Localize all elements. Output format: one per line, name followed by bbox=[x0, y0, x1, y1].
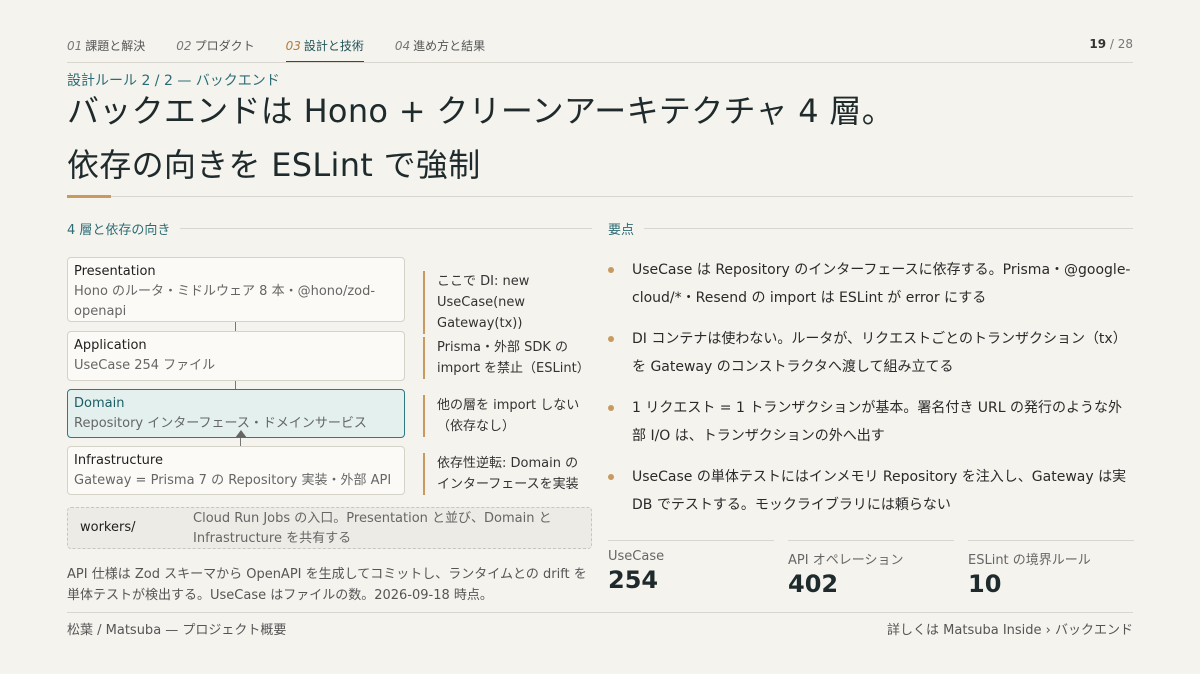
section-nav: 01 課題と解決 02 プロダクト 03 設計と技術 04 進め方と結果 bbox=[67, 37, 485, 63]
tab-label: 設計と技術 bbox=[303, 39, 364, 53]
stat-label: UseCase bbox=[608, 549, 665, 564]
tab-number: 02 bbox=[176, 39, 192, 53]
list-item: DI コンテナは使わない。ルータが、リクエストごとのトランザクション（tx）を … bbox=[608, 325, 1133, 381]
keypoints-heading: 要点 bbox=[608, 219, 1133, 238]
page-title: バックエンドは Hono + クリーンアーキテクチャ 4 層。 依存の向きを E… bbox=[67, 84, 1137, 192]
stat-api-operations: API オペレーション 402 bbox=[788, 540, 954, 598]
tab-label: 進め方と結果 bbox=[413, 39, 486, 53]
layer-connector bbox=[235, 322, 236, 331]
footer-link[interactable]: 詳しくは Matsuba Inside › バックエンド bbox=[887, 619, 1133, 638]
layer-application: Application UseCase 254 ファイル bbox=[67, 331, 405, 381]
title-divider bbox=[111, 196, 1133, 197]
page-current: 19 bbox=[1089, 37, 1107, 51]
bullet-text: UseCase は Repository のインターフェースに依存する。Pris… bbox=[632, 262, 1131, 306]
layer-name: Infrastructure bbox=[74, 453, 163, 468]
bullet-text: DI コンテナは使わない。ルータが、リクエストごとのトランザクション（tx）を … bbox=[632, 331, 1127, 375]
footnote: API 仕様は Zod スキーマから OpenAPI を生成してコミットし、ラン… bbox=[67, 567, 587, 603]
top-divider bbox=[67, 62, 1133, 63]
layer-note-infrastructure: 依存性逆転: Domain のインターフェースを実装 bbox=[423, 453, 591, 495]
footer-title: 松葉 / Matsuba — プロジェクト概要 bbox=[67, 623, 287, 638]
bullet-dot-icon bbox=[608, 405, 614, 411]
tab-label: 課題と解決 bbox=[85, 39, 146, 53]
page-counter: 19 / 28 bbox=[1089, 37, 1133, 51]
layers-heading: 4 層と依存の向き bbox=[67, 219, 592, 238]
title-accent-bar bbox=[67, 195, 111, 198]
bullet-dot-icon bbox=[608, 474, 614, 480]
bullet-text: 1 リクエスト = 1 トランザクションが基本。署名付き URL の発行のような… bbox=[632, 400, 1123, 444]
layer-note-presentation: ここで DI: new UseCase(new Gateway(tx)) bbox=[423, 271, 591, 334]
bullet-dot-icon bbox=[608, 267, 614, 273]
heading-rule bbox=[180, 228, 592, 229]
title-line-2: 依存の向きを ESLint で強制 bbox=[67, 146, 481, 184]
layer-presentation: Presentation Hono のルータ・ミドルウェア 8 本・@hono/… bbox=[67, 257, 405, 322]
tab-product[interactable]: 02 プロダクト bbox=[176, 37, 254, 63]
layer-desc: Hono のルータ・ミドルウェア 8 本・@hono/zod-openapi bbox=[74, 284, 376, 319]
layer-note-application: Prisma・外部 SDK の import を禁止（ESLint） bbox=[423, 337, 591, 379]
stat-usecase: UseCase 254 bbox=[608, 540, 774, 594]
layer-desc: Gateway = Prisma 7 の Repository 実装・外部 AP… bbox=[74, 473, 392, 488]
stat-eslint-rules: ESLint の境界ルール 10 bbox=[968, 540, 1134, 598]
layer-name: Domain bbox=[74, 396, 125, 411]
stat-value: 402 bbox=[788, 570, 839, 598]
stat-value: 10 bbox=[968, 570, 1002, 598]
layer-note-domain: 他の層を import しない（依存なし） bbox=[423, 395, 591, 437]
layer-desc: UseCase 254 ファイル bbox=[74, 358, 216, 373]
bullet-text: UseCase の単体テストにはインメモリ Repository を注入し、Ga… bbox=[632, 469, 1127, 513]
tab-number: 04 bbox=[394, 39, 411, 53]
heading-rule bbox=[644, 228, 1133, 229]
stat-label: API オペレーション bbox=[788, 553, 904, 568]
footer-divider bbox=[67, 612, 1133, 613]
workers-label: workers/ bbox=[80, 520, 136, 535]
tab-issues[interactable]: 01 課題と解決 bbox=[67, 37, 145, 63]
layer-infrastructure: Infrastructure Gateway = Prisma 7 の Repo… bbox=[67, 446, 405, 495]
page-total: 28 bbox=[1117, 37, 1133, 51]
tab-number: 01 bbox=[67, 39, 83, 53]
list-item: UseCase の単体テストにはインメモリ Repository を注入し、Ga… bbox=[608, 463, 1133, 519]
stat-value: 254 bbox=[608, 566, 659, 594]
page-separator: / bbox=[1106, 37, 1118, 51]
title-line-1: バックエンドは Hono + クリーンアーキテクチャ 4 層。 bbox=[67, 92, 894, 130]
tab-number: 03 bbox=[285, 39, 301, 53]
list-item: 1 リクエスト = 1 トランザクションが基本。署名付き URL の発行のような… bbox=[608, 394, 1133, 450]
layer-name: Presentation bbox=[74, 264, 156, 279]
list-item: UseCase は Repository のインターフェースに依存する。Pris… bbox=[608, 256, 1133, 312]
layer-name: Application bbox=[74, 338, 147, 353]
tab-label: プロダクト bbox=[194, 39, 255, 53]
layers-heading-text: 4 層と依存の向き bbox=[67, 223, 171, 238]
stat-label: ESLint の境界ルール bbox=[968, 553, 1091, 568]
workers-box: workers/ Cloud Run Jobs の入口。Presentation… bbox=[67, 507, 592, 549]
keypoints-list: UseCase は Repository のインターフェースに依存する。Pris… bbox=[608, 256, 1133, 532]
tab-progress[interactable]: 04 進め方と結果 bbox=[395, 37, 485, 63]
layer-connector bbox=[235, 381, 236, 389]
keypoints-heading-text: 要点 bbox=[608, 223, 635, 238]
tab-design[interactable]: 03 設計と技術 bbox=[285, 37, 365, 63]
bullet-dot-icon bbox=[608, 336, 614, 342]
workers-desc: Cloud Run Jobs の入口。Presentation と並び、Doma… bbox=[193, 511, 552, 546]
layer-connector bbox=[240, 438, 241, 446]
dependency-arrow-up-icon bbox=[235, 430, 247, 438]
